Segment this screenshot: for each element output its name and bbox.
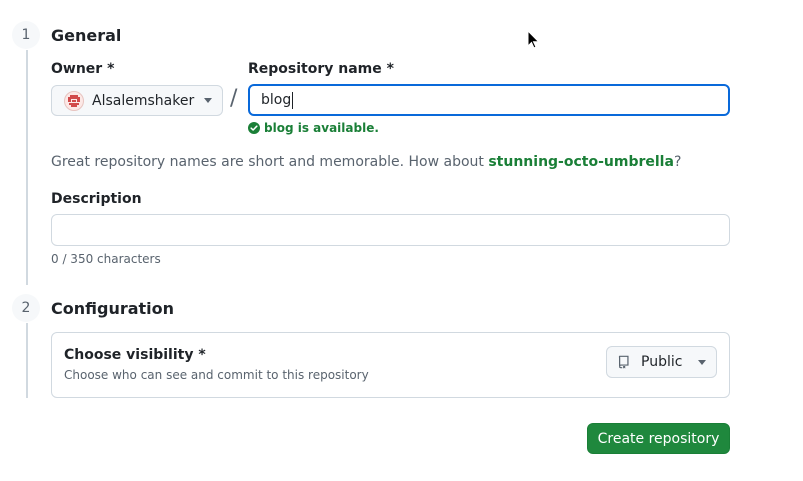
availability-text: blog is available. [264, 121, 379, 135]
timeline-line-general [26, 50, 28, 285]
visibility-panel: Choose visibility * Choose who can see a… [51, 332, 730, 398]
owner-value: Alsalemshaker [92, 92, 195, 109]
repo-name-label: Repository name * [248, 61, 394, 77]
availability-message: blog is available. [248, 121, 379, 135]
name-suggestion: Great repository names are short and mem… [51, 154, 681, 170]
suggestion-prefix: Great repository names are short and mem… [51, 154, 489, 170]
mouse-pointer-icon [527, 30, 540, 49]
visibility-title: Choose visibility * [64, 347, 206, 363]
suggestion-suffix: ? [673, 154, 682, 170]
repo-name-input[interactable]: blog [248, 84, 730, 116]
text-cursor [292, 91, 294, 109]
timeline-line-configuration [26, 323, 28, 398]
suggested-name-link[interactable]: stunning-octo-umbrella [488, 154, 674, 170]
description-label: Description [51, 191, 142, 207]
create-repository-button[interactable]: Create repository [587, 423, 730, 454]
section-title-configuration: Configuration [51, 299, 175, 318]
repo-icon [618, 355, 629, 369]
owner-repo-separator: / [230, 86, 238, 111]
caret-down-icon [698, 359, 706, 365]
owner-select[interactable]: Alsalemshaker [51, 85, 223, 116]
owner-label: Owner * [51, 61, 115, 77]
caret-down-icon [204, 98, 212, 103]
description-input[interactable] [51, 214, 730, 246]
check-circle-icon [248, 122, 260, 134]
step-number-general: 1 [12, 21, 40, 49]
visibility-select[interactable]: Public [606, 346, 717, 378]
character-count: 0 / 350 characters [51, 252, 161, 266]
avatar [64, 90, 84, 111]
visibility-value: Public [641, 354, 683, 370]
visibility-subtitle: Choose who can see and commit to this re… [64, 368, 369, 382]
section-title-general: General [51, 26, 122, 45]
new-repository-form: 1 General Owner * Alsalemshaker / Reposi… [0, 0, 803, 481]
step-number-configuration: 2 [12, 294, 40, 322]
repo-name-value: blog [261, 92, 292, 108]
